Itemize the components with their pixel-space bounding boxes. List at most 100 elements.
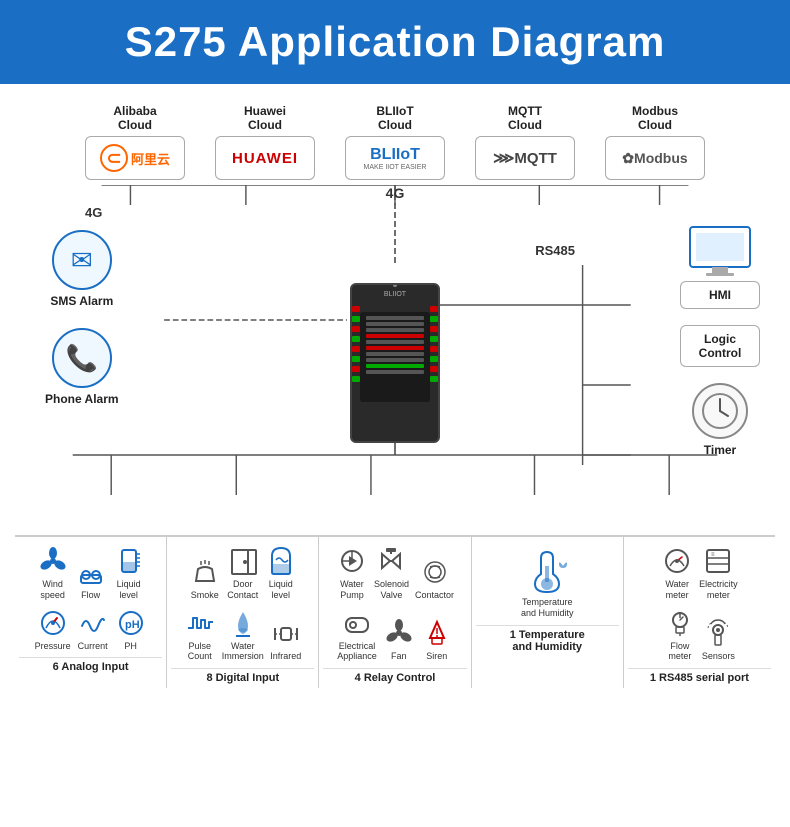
analog-group-label: 6 Analog Input bbox=[19, 657, 162, 673]
pressure-item: Pressure bbox=[35, 607, 71, 652]
relay-row1: WaterPump SolenoidValve bbox=[336, 545, 454, 601]
electrical-appliance-item: ElectricalAppliance bbox=[337, 607, 377, 663]
mqtt-logo: ⋙MQTT bbox=[493, 149, 557, 167]
rs485-group: Watermeter ≡ Electricitymeter bbox=[624, 537, 775, 688]
ph-svg: pH bbox=[116, 608, 146, 638]
alibaba-icon: ⊂ bbox=[100, 144, 128, 172]
pulse-count-icon bbox=[184, 607, 216, 639]
water-pump-icon bbox=[336, 545, 368, 577]
temp-humidity-icon bbox=[522, 545, 572, 595]
device-antenna bbox=[393, 283, 397, 287]
rs485-row2: Flowmeter Sensors bbox=[664, 607, 735, 663]
smoke-item: Smoke bbox=[189, 556, 221, 601]
huawei-logo: HUAWEI bbox=[232, 150, 298, 167]
liquid-level-icon bbox=[113, 545, 145, 577]
page-header: S275 Application Diagram bbox=[0, 0, 790, 84]
siren-item: Siren bbox=[421, 617, 453, 662]
appliance-svg bbox=[342, 608, 372, 638]
diagram-area: AlibabaCloud ⊂ 阿里云 HuaweiCloud HUAWEI BL… bbox=[0, 84, 790, 698]
digital-row1: Smoke DoorContact bbox=[189, 545, 297, 601]
fan-label: Fan bbox=[391, 651, 407, 662]
device-brand-label: BLIIOT bbox=[384, 291, 406, 298]
digital-input-group: Smoke DoorContact bbox=[167, 537, 319, 688]
mqtt-cloud: MQTTCloud ⋙MQTT bbox=[475, 104, 575, 180]
smoke-svg bbox=[190, 557, 220, 587]
hmi-monitor-icon bbox=[688, 225, 752, 277]
flow-label: Flow bbox=[81, 590, 100, 601]
relay-group-label: 4 Relay Control bbox=[323, 668, 466, 684]
mqtt-box: ⋙MQTT bbox=[475, 136, 575, 180]
device-center: BLIIOT bbox=[350, 283, 440, 443]
electricity-meter-icon: ≡ bbox=[702, 545, 734, 577]
watermeter-svg bbox=[662, 546, 692, 576]
modbus-cloud: ModbusCloud ✿Modbus bbox=[605, 104, 705, 180]
relay-control-group: WaterPump SolenoidValve bbox=[319, 537, 471, 688]
electrical-appliance-label: ElectricalAppliance bbox=[337, 641, 377, 663]
phone-alarm-icon: 📞 bbox=[52, 328, 112, 388]
right-side-items: HMI LogicControl Timer bbox=[680, 225, 760, 457]
contactor-item: Contactor bbox=[415, 556, 454, 601]
solenoid-valve-label: SolenoidValve bbox=[374, 579, 409, 601]
flow-meter-icon bbox=[664, 607, 696, 639]
label-4g-left: 4G bbox=[85, 205, 119, 220]
logic-control-item: LogicControl bbox=[680, 325, 760, 367]
electricity-meter-item: ≡ Electricitymeter bbox=[699, 545, 738, 601]
rs485-group-label: 1 RS485 serial port bbox=[628, 668, 771, 684]
logic-control-label: LogicControl bbox=[680, 325, 760, 367]
pump-svg bbox=[337, 546, 367, 576]
wind-speed-label: Windspeed bbox=[40, 579, 65, 601]
temp-humidity-item: Temperatureand Humidity bbox=[521, 545, 574, 619]
door-contact-icon bbox=[227, 545, 259, 577]
phone-alarm-label: Phone Alarm bbox=[45, 392, 119, 406]
contactor-icon bbox=[419, 556, 451, 588]
fan-item: Fan bbox=[383, 617, 415, 662]
smoke-label: Smoke bbox=[191, 590, 219, 601]
svg-text:≡: ≡ bbox=[711, 552, 715, 558]
ph-icon: pH bbox=[115, 607, 147, 639]
current-label: Current bbox=[78, 641, 108, 652]
fan-svg2 bbox=[384, 618, 414, 648]
timer-item: Timer bbox=[680, 383, 760, 457]
temp-humidity-label: Temperatureand Humidity bbox=[521, 597, 574, 619]
hmi-label: HMI bbox=[680, 281, 760, 309]
liquid-level-label: Liquidlevel bbox=[117, 579, 141, 601]
water-meter-label: Watermeter bbox=[665, 579, 689, 601]
liquid-level-item: Liquidlevel bbox=[113, 545, 145, 601]
smoke-icon bbox=[189, 556, 221, 588]
pressure-icon bbox=[37, 607, 69, 639]
flow-svg bbox=[76, 557, 106, 587]
current-svg bbox=[78, 608, 108, 638]
infrared-label: Infrared bbox=[270, 651, 301, 662]
digital-liquid-icon bbox=[265, 545, 297, 577]
device-image: BLIIOT bbox=[350, 283, 440, 443]
digital-group-label: 8 Digital Input bbox=[171, 668, 314, 684]
water-meter-icon bbox=[661, 545, 693, 577]
sms-alarm: ✉ SMS Alarm bbox=[45, 230, 119, 308]
sms-alarm-icon: ✉ bbox=[52, 230, 112, 290]
water-pump-label: WaterPump bbox=[340, 579, 364, 601]
analog-row2: Pressure Current pH bbox=[35, 607, 147, 652]
flow-meter-label: Flowmeter bbox=[668, 641, 691, 663]
siren-label: Siren bbox=[426, 651, 447, 662]
page-title: S275 Application Diagram bbox=[20, 18, 770, 66]
bliiot-cloud: BLIIoTCloud BLIIoT MAKE IIOT EASIER bbox=[345, 104, 445, 180]
fan-icon bbox=[383, 617, 415, 649]
ph-label: PH bbox=[124, 641, 137, 652]
siren-icon bbox=[421, 617, 453, 649]
electricity-meter-label: Electricitymeter bbox=[699, 579, 738, 601]
pulse-count-label: PulseCount bbox=[188, 641, 212, 663]
left-alarms: 4G ✉ SMS Alarm 📞 Phone Alarm bbox=[45, 205, 119, 406]
huawei-label: HuaweiCloud bbox=[244, 104, 286, 132]
digital-liquid-label: Liquidlevel bbox=[269, 579, 293, 601]
alibaba-label: AlibabaCloud bbox=[113, 104, 156, 132]
flow-icon bbox=[75, 556, 107, 588]
digital-row2: PulseCount WaterImmersion bbox=[184, 607, 302, 663]
fan-svg bbox=[38, 546, 68, 576]
siren-svg bbox=[422, 618, 452, 648]
bliiot-sub: MAKE IIOT EASIER bbox=[364, 164, 427, 171]
sensors-item: Sensors bbox=[702, 617, 735, 662]
pulse-count-item: PulseCount bbox=[184, 607, 216, 663]
electrical-appliance-icon bbox=[341, 607, 373, 639]
current-icon bbox=[77, 607, 109, 639]
flowmeter-svg bbox=[665, 608, 695, 638]
